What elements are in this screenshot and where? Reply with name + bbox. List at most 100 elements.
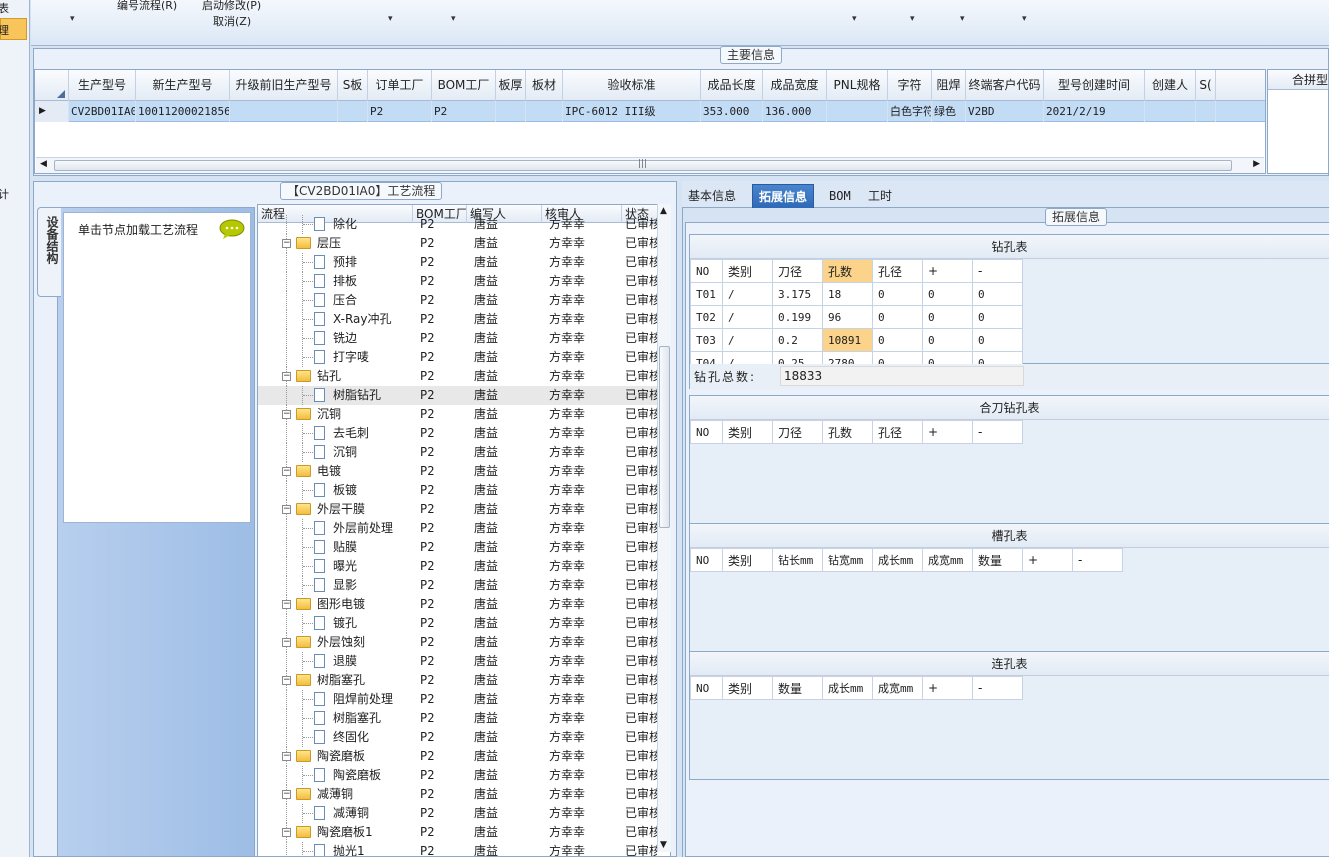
- collapse-icon[interactable]: −: [282, 828, 291, 837]
- grid-column-header[interactable]: 阻焊: [932, 70, 966, 101]
- table-row[interactable]: T02/0.199 96 0 0 0: [690, 305, 1023, 329]
- table-cell[interactable]: 0: [922, 305, 973, 329]
- tree-row[interactable]: 去毛刺 P2 唐益 方幸幸 已审核: [258, 424, 658, 443]
- table-cell[interactable]: 0: [872, 305, 923, 329]
- grid-column-header[interactable]: 字符: [888, 70, 932, 101]
- tree-row[interactable]: 树脂塞孔 P2 唐益 方幸幸 已审核: [258, 709, 658, 728]
- table-row[interactable]: T04/0.25 2780 0 0 0: [690, 351, 1023, 364]
- table-header-cell[interactable]: +: [922, 676, 973, 700]
- grid-column-header[interactable]: 订单工厂: [368, 70, 432, 101]
- grid-column-header[interactable]: 验收标准: [563, 70, 701, 101]
- table-cell[interactable]: 0: [922, 351, 973, 364]
- grid-column-header[interactable]: 新生产型号: [136, 70, 230, 101]
- grid-cell[interactable]: [1196, 101, 1216, 122]
- table-header-cell[interactable]: +: [922, 420, 973, 444]
- master-horizontal-scrollbar[interactable]: ◀ ||| ▶: [36, 157, 1264, 173]
- table-cell[interactable]: /: [722, 328, 773, 352]
- tree-row[interactable]: − 图形电镀 P2 唐益 方幸幸 已审核: [258, 595, 658, 614]
- table-cell[interactable]: 0: [972, 351, 1023, 364]
- scroll-right-icon[interactable]: ▶: [1253, 159, 1260, 169]
- grid-cell[interactable]: P2: [368, 101, 432, 122]
- node-hint-box[interactable]: 单击节点加载工艺流程: [63, 212, 251, 523]
- table-header-cell[interactable]: 成宽mm: [872, 676, 923, 700]
- table-header-cell[interactable]: 类别: [722, 259, 773, 283]
- table-header-cell[interactable]: 钻长mm: [772, 548, 823, 572]
- tree-row[interactable]: 镀孔 P2 唐益 方幸幸 已审核: [258, 614, 658, 633]
- table-header-cell[interactable]: 成长mm: [822, 676, 873, 700]
- grid-cell[interactable]: [1145, 101, 1196, 122]
- table-cell[interactable]: 18: [822, 282, 873, 306]
- table-cell[interactable]: /: [722, 305, 773, 329]
- tab-extension-info[interactable]: 拓展信息: [752, 184, 815, 208]
- edit-flow-button[interactable]: 编号流程(R): [117, 0, 177, 13]
- tree-row[interactable]: 终固化 P2 唐益 方幸幸 已审核: [258, 728, 658, 747]
- grid-cell[interactable]: [338, 101, 368, 122]
- tree-row[interactable]: 板镀 P2 唐益 方幸幸 已审核: [258, 481, 658, 500]
- table-header-cell[interactable]: -: [972, 259, 1023, 283]
- collapse-icon[interactable]: −: [282, 752, 291, 761]
- tree-row[interactable]: 打字唛 P2 唐益 方幸幸 已审核: [258, 348, 658, 367]
- table-header-cell[interactable]: -: [972, 676, 1023, 700]
- tree-row[interactable]: 阻焊前处理 P2 唐益 方幸幸 已审核: [258, 690, 658, 709]
- tree-vertical-scrollbar[interactable]: ▲ ▼: [657, 204, 671, 852]
- grid-column-header[interactable]: S板: [338, 70, 368, 101]
- tree-row[interactable]: − 电镀 P2 唐益 方幸幸 已审核: [258, 462, 658, 481]
- tree-row[interactable]: − 减薄铜 P2 唐益 方幸幸 已审核: [258, 785, 658, 804]
- table-header-cell[interactable]: NO: [690, 420, 723, 444]
- table-row[interactable]: T01/3.175 18 0 0 0: [690, 282, 1023, 306]
- start-modify-button[interactable]: 启动修改(P): [202, 0, 261, 13]
- tree-row[interactable]: 预排 P2 唐益 方幸幸 已审核: [258, 253, 658, 272]
- table-cell[interactable]: 0: [872, 351, 923, 364]
- grid-cell[interactable]: P2: [432, 101, 496, 122]
- dropdown-arrow-icon[interactable]: ▾: [70, 14, 75, 24]
- collapse-icon[interactable]: −: [282, 372, 291, 381]
- table-cell[interactable]: /: [722, 282, 773, 306]
- grid-cell[interactable]: CV2BD01IA0: [69, 101, 136, 122]
- dropdown-arrow-icon[interactable]: ▾: [451, 14, 456, 24]
- table-header-cell[interactable]: 孔数: [822, 420, 873, 444]
- collapse-icon[interactable]: −: [282, 600, 291, 609]
- table-header-cell[interactable]: -: [972, 420, 1023, 444]
- table-header-cell[interactable]: NO: [690, 676, 723, 700]
- dropdown-arrow-icon[interactable]: ▾: [960, 14, 965, 24]
- tree-row[interactable]: 沉铜 P2 唐益 方幸幸 已审核: [258, 443, 658, 462]
- tree-row[interactable]: − 钻孔 P2 唐益 方幸幸 已审核: [258, 367, 658, 386]
- table-cell[interactable]: /: [722, 351, 773, 364]
- table-cell[interactable]: 0: [872, 328, 923, 352]
- collapse-icon[interactable]: −: [282, 638, 291, 647]
- table-cell[interactable]: 0: [922, 328, 973, 352]
- table-header-cell[interactable]: 类别: [722, 676, 773, 700]
- grid-cell[interactable]: IPC-6012 III级: [563, 101, 701, 122]
- tree-row[interactable]: − 外层干膜 P2 唐益 方幸幸 已审核: [258, 500, 658, 519]
- grid-column-header[interactable]: S(: [1196, 70, 1216, 101]
- tree-row[interactable]: 退膜 P2 唐益 方幸幸 已审核: [258, 652, 658, 671]
- tab-work-hours[interactable]: 工时: [862, 184, 898, 208]
- table-cell[interactable]: 0: [972, 328, 1023, 352]
- table-header-cell[interactable]: 孔径: [872, 420, 923, 444]
- grid-cell[interactable]: V2BD: [966, 101, 1044, 122]
- tree-row[interactable]: 除化 P2 唐益 方幸幸 已审核: [258, 215, 658, 234]
- table-cell[interactable]: 0: [972, 282, 1023, 306]
- table-header-cell[interactable]: 刀径: [772, 259, 823, 283]
- grid-cell[interactable]: 10011200021856: [136, 101, 230, 122]
- grid-cell[interactable]: 绿色: [932, 101, 966, 122]
- collapse-icon[interactable]: −: [282, 410, 291, 419]
- grid-column-header[interactable]: 生产型号: [69, 70, 136, 101]
- master-grid-row[interactable]: ▶ CV2BD01IA0 10011200021856 P2 P2 IPC-6012 I…: [35, 101, 1265, 122]
- grid-column-header[interactable]: 型号创建时间: [1044, 70, 1145, 101]
- collapse-icon[interactable]: −: [282, 467, 291, 476]
- scroll-down-icon[interactable]: ▼: [660, 840, 667, 850]
- grid-column-header[interactable]: BOM工厂: [432, 70, 496, 101]
- table-header-cell[interactable]: 成长mm: [872, 548, 923, 572]
- collapse-icon[interactable]: −: [282, 790, 291, 799]
- grid-cell[interactable]: [230, 101, 338, 122]
- grid-column-header[interactable]: PNL规格: [827, 70, 888, 101]
- table-header-cell[interactable]: 刀径: [772, 420, 823, 444]
- table-cell[interactable]: 10891: [822, 328, 873, 352]
- table-header-cell[interactable]: 成宽mm: [922, 548, 973, 572]
- table-header-cell[interactable]: 数量: [972, 548, 1023, 572]
- grid-column-header[interactable]: 板厚: [496, 70, 526, 101]
- table-header-cell[interactable]: NO: [690, 259, 723, 283]
- table-header-cell[interactable]: -: [1072, 548, 1123, 572]
- grid-cell[interactable]: 2021/2/19: [1044, 101, 1145, 122]
